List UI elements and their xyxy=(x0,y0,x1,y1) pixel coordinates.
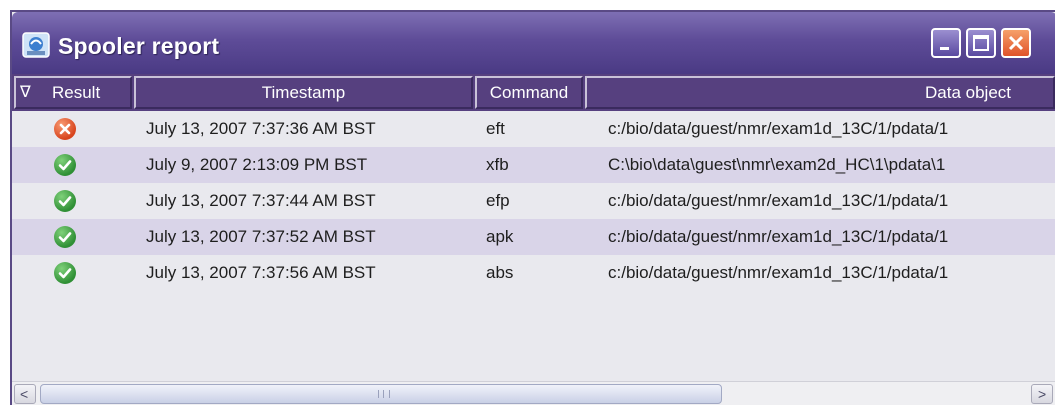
checkmark-icon xyxy=(54,262,76,284)
command-cell: apk xyxy=(486,227,514,246)
checkmark-icon xyxy=(54,154,76,176)
chevron-left-icon: < xyxy=(20,386,29,402)
data-object-cell: c:/bio/data/guest/nmr/exam1d_13C/1/pdata… xyxy=(608,227,949,246)
data-object-cell: c:/bio/data/guest/nmr/exam1d_13C/1/pdata… xyxy=(608,119,949,138)
command-cell: eft xyxy=(486,119,505,138)
window-title: Spooler report xyxy=(58,33,220,59)
maximize-icon xyxy=(973,35,989,51)
column-header-timestamp[interactable]: Timestamp xyxy=(134,76,473,109)
spooler-report-window: Spooler report ∇ Result Timestamp Comman… xyxy=(10,10,1055,405)
column-header-command-label: Command xyxy=(489,83,569,102)
title-bar[interactable]: Spooler report xyxy=(12,12,1055,74)
column-header-result-label: Result xyxy=(52,83,101,102)
timestamp-cell: July 13, 2007 7:37:36 AM BST xyxy=(146,119,376,138)
table-header: ∇ Result Timestamp Command Data object xyxy=(12,74,1055,111)
table-row[interactable]: July 13, 2007 7:37:36 AM BST eft c:/bio/… xyxy=(12,111,1055,147)
data-object-cell: c:/bio/data/guest/nmr/exam1d_13C/1/pdata… xyxy=(608,191,949,210)
table-row[interactable]: July 9, 2007 2:13:09 PM BST xfb C:\bio\d… xyxy=(12,147,1055,183)
data-object-cell: c:/bio/data/guest/nmr/exam1d_13C/1/pdata… xyxy=(608,263,949,282)
table-row[interactable]: July 13, 2007 7:37:56 AM BST abs c:/bio/… xyxy=(12,255,1055,291)
timestamp-cell: July 13, 2007 7:37:52 AM BST xyxy=(146,227,376,246)
table-row[interactable]: July 13, 2007 7:37:44 AM BST efp c:/bio/… xyxy=(12,183,1055,219)
timestamp-cell: July 9, 2007 2:13:09 PM BST xyxy=(146,155,368,174)
table-row[interactable]: July 13, 2007 7:37:52 AM BST apk c:/bio/… xyxy=(12,219,1055,255)
column-header-command[interactable]: Command xyxy=(475,76,583,109)
sort-descending-icon: ∇ xyxy=(20,84,31,101)
maximize-button[interactable] xyxy=(966,28,996,58)
scroll-right-button[interactable]: > xyxy=(1031,384,1053,404)
data-object-cell: C:\bio\data\guest\nmr\exam2d_HC\1\pdata\… xyxy=(608,155,946,174)
checkmark-icon xyxy=(54,226,76,248)
horizontal-scrollbar[interactable]: < > xyxy=(12,381,1055,405)
minimize-icon xyxy=(940,47,949,50)
column-header-data-object[interactable]: Data object xyxy=(585,76,1055,109)
minimize-button[interactable] xyxy=(931,28,961,58)
chevron-right-icon: > xyxy=(1038,386,1047,402)
command-cell: abs xyxy=(486,263,514,282)
column-header-result[interactable]: ∇ Result xyxy=(14,76,132,109)
close-icon xyxy=(1008,35,1024,51)
checkmark-icon xyxy=(54,190,76,212)
error-x-icon xyxy=(54,118,76,140)
column-header-data-object-label: Data object xyxy=(925,83,1011,102)
timestamp-cell: July 13, 2007 7:37:44 AM BST xyxy=(146,191,376,210)
timestamp-cell: July 13, 2007 7:37:56 AM BST xyxy=(146,263,376,282)
scrollbar-thumb[interactable] xyxy=(40,384,722,404)
close-button[interactable] xyxy=(1001,28,1031,58)
scroll-left-button[interactable]: < xyxy=(14,384,36,404)
app-icon xyxy=(22,32,50,58)
grip-icon xyxy=(378,390,390,398)
column-header-timestamp-label: Timestamp xyxy=(261,83,346,102)
command-cell: xfb xyxy=(486,155,509,174)
command-cell: efp xyxy=(486,191,510,210)
